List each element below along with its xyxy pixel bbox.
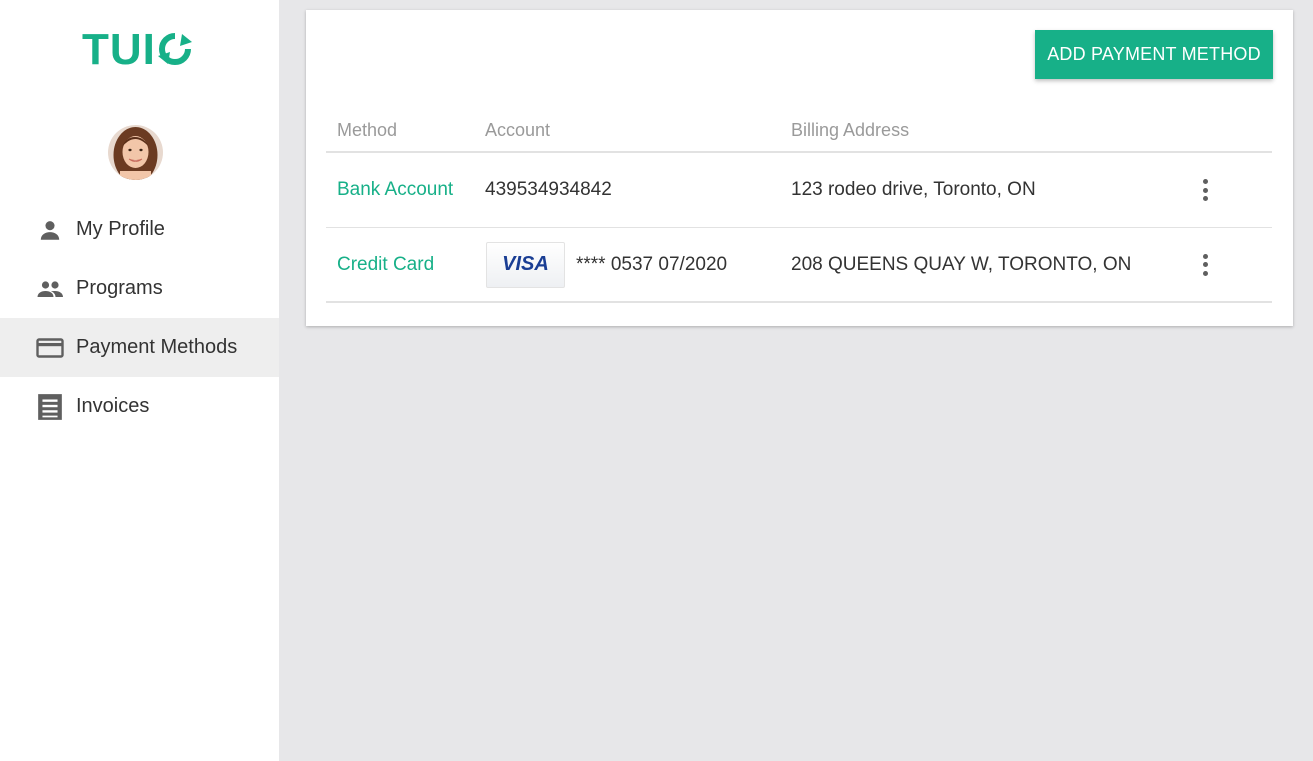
method-link[interactable]: Credit Card	[337, 254, 434, 275]
logo[interactable]: TUI	[82, 28, 192, 72]
card-brand-label: VISA	[502, 253, 549, 275]
table-row: Bank Account 439534934842 123 rodeo driv…	[326, 153, 1272, 228]
more-options-icon[interactable]	[1193, 176, 1217, 204]
billing-address: 123 rodeo drive, Toronto, ON	[791, 179, 1036, 200]
credit-card-icon	[36, 334, 64, 362]
sidebar-item-payment-methods[interactable]: Payment Methods	[0, 318, 279, 377]
sidebar-item-my-profile[interactable]: My Profile	[0, 200, 279, 259]
sidebar-item-label: My Profile	[76, 218, 165, 240]
header-method: Method	[337, 120, 398, 140]
logo-text: TUI	[82, 25, 156, 74]
sidebar-item-programs[interactable]: Programs	[0, 259, 279, 318]
people-icon	[36, 275, 64, 303]
user-avatar[interactable]	[108, 125, 163, 180]
add-payment-method-button[interactable]: ADD PAYMENT METHOD	[1035, 30, 1273, 79]
app-root: TUI My Profile Programs Payment Methods …	[0, 0, 1313, 761]
visa-logo-icon: VISA	[486, 241, 565, 288]
method-link[interactable]: Bank Account	[337, 179, 453, 200]
header-billing-address: Billing Address	[791, 120, 910, 140]
sidebar-item-invoices[interactable]: Invoices	[0, 377, 279, 436]
sidebar-nav: My Profile Programs Payment Methods Invo…	[0, 200, 279, 436]
sidebar-item-label: Programs	[76, 277, 163, 299]
sidebar-item-label: Invoices	[76, 395, 150, 417]
receipt-icon	[36, 393, 64, 421]
sidebar: TUI My Profile Programs Payment Methods …	[0, 0, 279, 761]
payment-methods-table: Method Account Billing Address Bank Acco…	[326, 110, 1272, 303]
person-icon	[36, 216, 64, 244]
logo-refresh-o-icon	[157, 28, 192, 72]
header-account: Account	[485, 120, 551, 140]
billing-address: 208 QUEENS QUAY W, TORONTO, ON	[791, 253, 1132, 275]
sidebar-item-label: Payment Methods	[76, 336, 238, 358]
account-number: 439534934842	[485, 179, 612, 200]
account-number: **** 0537 07/2020	[576, 253, 728, 275]
payment-methods-card: ADD PAYMENT METHOD Method Account Billin…	[306, 10, 1293, 326]
more-options-icon[interactable]	[1193, 251, 1217, 279]
table-row: Credit Card VISA **** 0537 07/2020 208 Q…	[326, 228, 1272, 303]
table-header: Method Account Billing Address	[326, 110, 1272, 153]
